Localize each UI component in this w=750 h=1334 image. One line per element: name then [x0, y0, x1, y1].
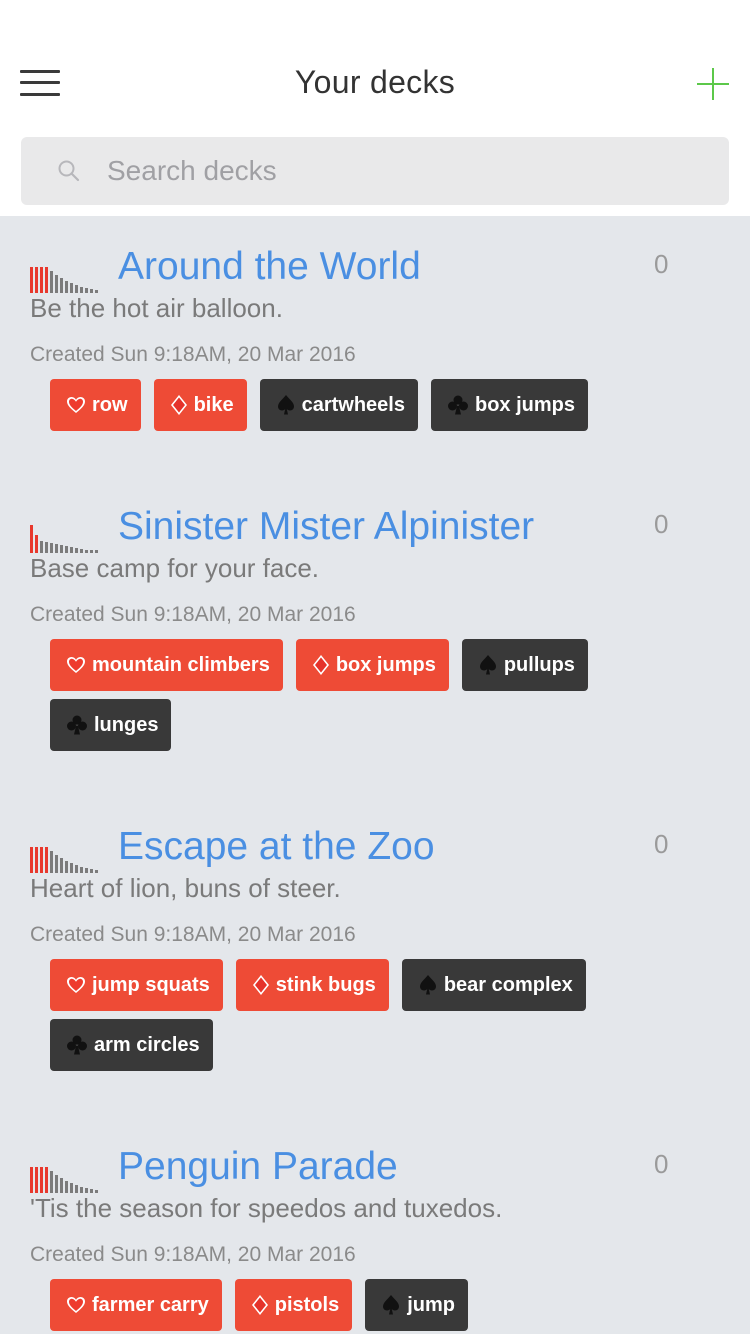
- search-bar[interactable]: [21, 137, 729, 205]
- exercise-tag[interactable]: bear complex: [401, 959, 586, 1011]
- tag-label: arm circles: [94, 1033, 200, 1056]
- exercise-tag[interactable]: row: [50, 379, 141, 431]
- deck-description: 'Tis the season for speedos and tuxedos.: [30, 1193, 503, 1223]
- spade-suit-icon: [276, 394, 296, 416]
- heart-suit-icon: [66, 396, 86, 414]
- deck-intensity-bars-icon: [30, 847, 98, 873]
- app-header: Your decks: [0, 0, 750, 216]
- exercise-tag[interactable]: jump squats: [50, 959, 223, 1011]
- exercise-tag[interactable]: farmer carry: [50, 1279, 222, 1331]
- diamond-suit-icon: [251, 1294, 269, 1316]
- heart-suit-icon: [66, 1296, 86, 1314]
- heart-suit-icon: [66, 976, 86, 994]
- deck-title[interactable]: Sinister Mister Alpinister: [118, 505, 534, 549]
- deck-created-date: Created Sun 9:18AM, 20 Mar 2016: [30, 343, 356, 366]
- exercise-tag[interactable]: stink bugs: [235, 959, 389, 1011]
- deck-intensity-bars-icon: [30, 525, 98, 553]
- tag-label: farmer carry: [92, 1293, 209, 1316]
- tag-label: box jumps: [474, 393, 575, 416]
- deck-created-date: Created Sun 9:18AM, 20 Mar 2016: [30, 923, 356, 946]
- spade-suit-icon: [478, 654, 498, 676]
- deck-created-date: Created Sun 9:18AM, 20 Mar 2016: [30, 1243, 356, 1266]
- diamond-suit-icon: [252, 974, 270, 996]
- tag-label: jump squats: [92, 973, 210, 996]
- exercise-tags: farmer carry pistols jump: [50, 1279, 630, 1331]
- spade-suit-icon: [381, 1294, 401, 1316]
- deck-description: Heart of lion, buns of steer.: [30, 873, 341, 903]
- deck-title[interactable]: Penguin Parade: [118, 1145, 398, 1189]
- club-suit-icon: [447, 394, 469, 416]
- exercise-tag[interactable]: cartwheels: [259, 379, 418, 431]
- deck-created-date: Created Sun 9:18AM, 20 Mar 2016: [30, 603, 356, 626]
- deck-description: Be the hot air balloon.: [30, 293, 283, 323]
- deck-intensity-bars-icon: [30, 267, 98, 293]
- search-input[interactable]: [107, 137, 707, 205]
- deck-count: 0: [654, 829, 669, 859]
- tag-label: pistols: [274, 1293, 340, 1316]
- deck-description: Base camp for your face.: [30, 553, 320, 583]
- tag-label: box jumps: [335, 653, 436, 676]
- tag-label: stink bugs: [275, 973, 376, 996]
- deck-count: 0: [654, 249, 669, 279]
- exercise-tags: row bike cartwheels box jumps: [50, 379, 630, 431]
- tag-label: mountain climbers: [92, 653, 270, 676]
- diamond-suit-icon: [170, 394, 188, 416]
- exercise-tag[interactable]: lunges: [50, 699, 172, 751]
- deck-title[interactable]: Around the World: [118, 245, 421, 289]
- tag-label: pullups: [503, 653, 575, 676]
- exercise-tag[interactable]: jump: [365, 1279, 468, 1331]
- exercise-tag[interactable]: mountain climbers: [50, 639, 283, 691]
- exercise-tags: mountain climbers box jumps pullups lunges: [50, 639, 630, 751]
- deck-count: 0: [654, 509, 669, 539]
- search-icon: [58, 160, 80, 182]
- tag-label: lunges: [94, 713, 159, 736]
- deck-title[interactable]: Escape at the Zoo: [118, 825, 435, 869]
- page-title: Your decks: [294, 64, 456, 100]
- exercise-tag[interactable]: pistols: [234, 1279, 353, 1331]
- club-suit-icon: [66, 1034, 88, 1056]
- club-suit-icon: [66, 714, 88, 736]
- tag-label: jump: [407, 1293, 455, 1316]
- deck-count: 0: [654, 1149, 669, 1179]
- exercise-tag[interactable]: arm circles: [50, 1019, 213, 1071]
- exercise-tags: jump squats stink bugs bear complex arm cir…: [50, 959, 630, 1071]
- tag-label: cartwheels: [301, 393, 405, 416]
- exercise-tag[interactable]: bike: [153, 379, 247, 431]
- heart-suit-icon: [66, 656, 86, 674]
- exercise-tag[interactable]: pullups: [461, 639, 588, 691]
- exercise-tag[interactable]: box jumps: [295, 639, 449, 691]
- deck-intensity-bars-icon: [30, 1167, 98, 1193]
- spade-suit-icon: [418, 974, 438, 996]
- diamond-suit-icon: [312, 654, 330, 676]
- add-deck-button[interactable]: [694, 66, 734, 106]
- tag-label: row: [92, 393, 128, 416]
- exercise-tag[interactable]: box jumps: [430, 379, 588, 431]
- tag-label: bear complex: [443, 973, 573, 996]
- tag-label: bike: [193, 393, 234, 416]
